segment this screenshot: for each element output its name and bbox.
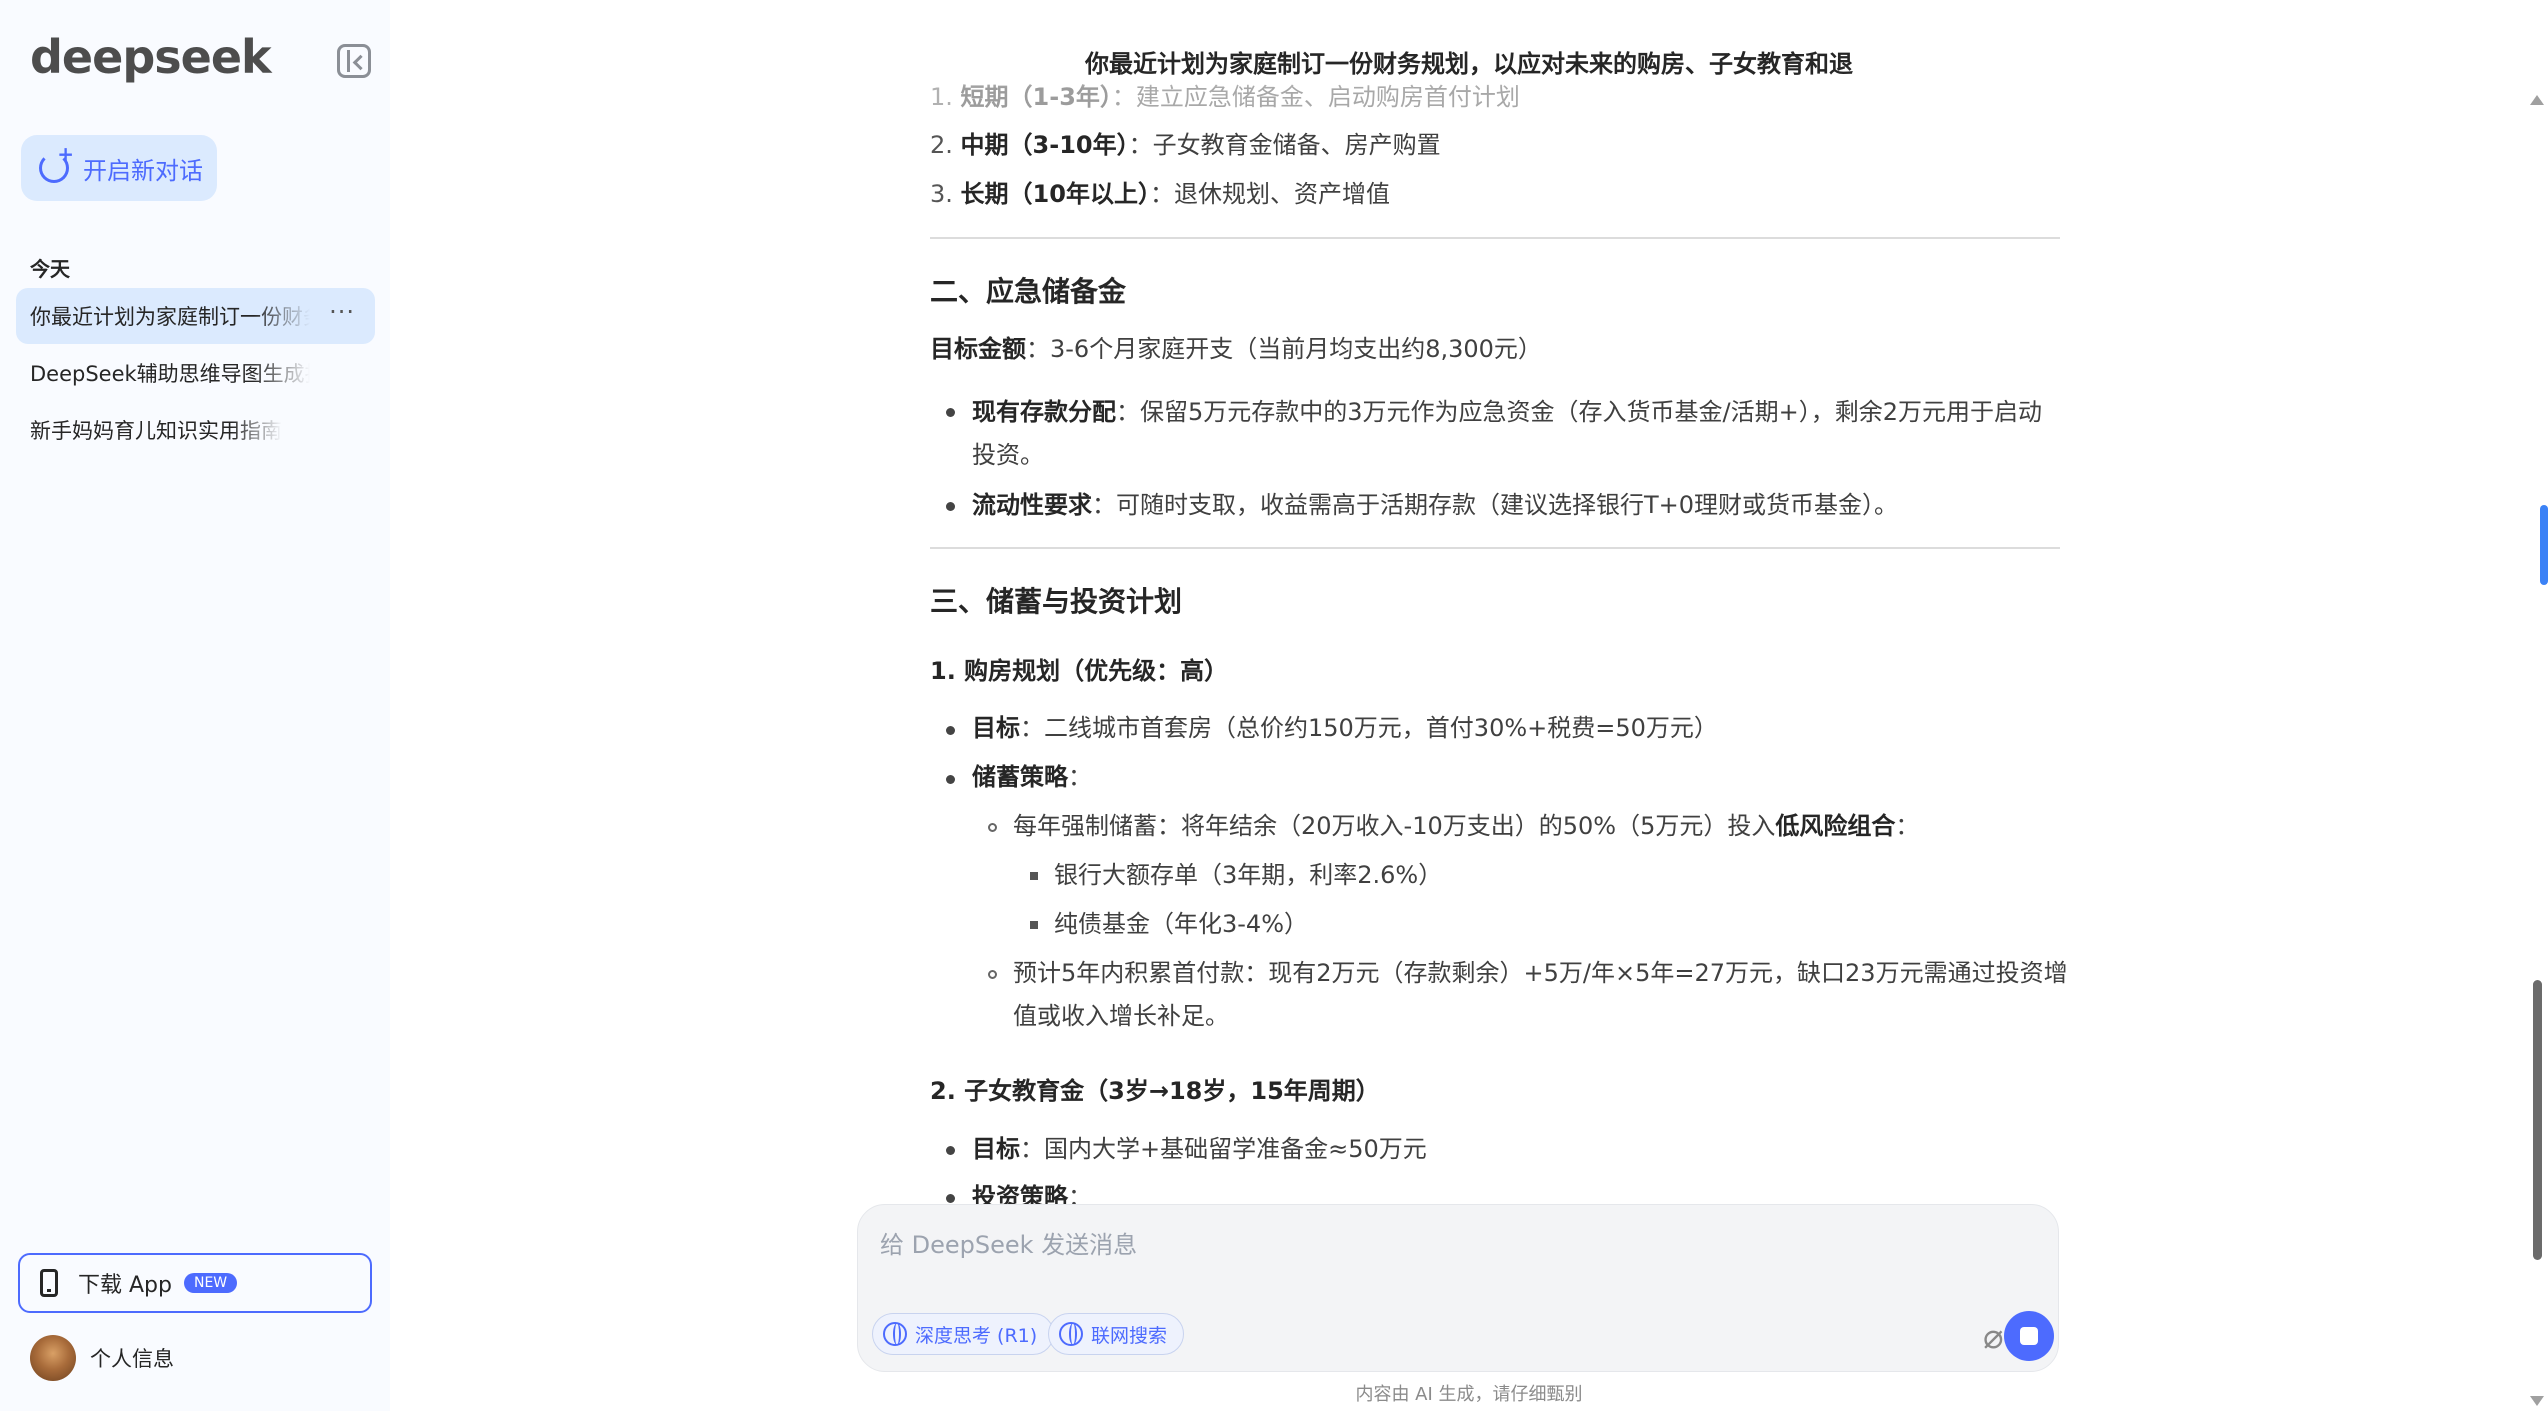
paragraph-text: ：3-6个月家庭开支（当前月均支出约8,300元）	[1026, 335, 1542, 363]
bullet-dot	[946, 775, 955, 784]
profile-button[interactable]: 个人信息	[30, 1335, 174, 1381]
bullet-text: ：可随时支取，收益需高于活期存款（建议选择银行T+0理财或货币基金）。	[1092, 491, 1899, 519]
web-search-label: 联网搜索	[1091, 1324, 1168, 1347]
bullet-square	[1030, 872, 1038, 880]
ai-disclaimer: 内容由 AI 生成，请仔细甄别	[1355, 1384, 1583, 1405]
label-bold: 目标金额	[930, 335, 1026, 363]
profile-label: 个人信息	[90, 1347, 174, 1371]
bullet-circle	[988, 970, 997, 979]
scroll-position-marker	[2540, 505, 2548, 585]
chat-main: 你最近计划为家庭制订一份财务规划，以应对未来的购房、子女教育和退 1. 短期（1…	[390, 0, 2548, 1411]
paragraph: 目标金额：3-6个月家庭开支（当前月均支出约8,300元）	[930, 328, 1542, 371]
subsection-heading: 2. 子女教育金（3岁→18岁，15年周期）	[930, 1077, 1380, 1105]
chat-title: 你最近计划为家庭制订一份财务规划，以应对未来的购房、子女教育和退	[390, 0, 2548, 88]
goal-bold: 长期（10年以上）	[960, 180, 1150, 208]
bullet-text-continuation: 值或收入增长补足。	[1013, 1002, 1229, 1030]
more-options-icon[interactable]: ···	[329, 298, 355, 326]
bullet-dot	[946, 1146, 955, 1155]
conversation-item[interactable]: 新手妈妈育儿知识实用指南	[16, 402, 375, 458]
bullet-text: ：保留5万元存款中的3万元作为应急资金（存入货币基金/活期+），剩余2万元用于启…	[1116, 398, 2043, 426]
bullet-item: 储蓄策略：	[972, 756, 1092, 799]
stop-generation-button[interactable]	[2004, 1311, 2054, 1361]
new-badge: NEW	[183, 1273, 238, 1293]
divider	[930, 237, 2060, 239]
bullet-text: ：	[1068, 763, 1092, 791]
bullet-item: 目标：国内大学+基础留学准备金≈50万元	[972, 1128, 1427, 1171]
sub-bullet-item: 银行大额存单（3年期，利率2.6%）	[1054, 861, 1443, 889]
bullet-item: 现有存款分配：保留5万元存款中的3万元作为应急资金（存入货币基金/活期+），剩余…	[972, 391, 2042, 434]
globe-icon	[1059, 1322, 1083, 1346]
goal-bold: 中期（3-10年）	[960, 131, 1129, 159]
web-search-toggle[interactable]: 联网搜索	[1048, 1313, 1185, 1355]
collapse-sidebar-icon[interactable]	[337, 44, 371, 78]
message-input[interactable]: 给 DeepSeek 发送消息	[880, 1225, 1137, 1260]
deep-think-toggle[interactable]: 深度思考 (R1)	[872, 1313, 1055, 1355]
bullet-text: ：国内大学+基础留学准备金≈50万元	[1020, 1135, 1427, 1163]
bullet-dot	[946, 726, 955, 735]
bullet-circle	[988, 823, 997, 832]
label-bold: 目标	[972, 1135, 1020, 1163]
conversation-title: 新手妈妈育儿知识实用指南	[30, 419, 282, 443]
divider	[930, 547, 2060, 549]
goal-item: 2. 中期（3-10年）：子女教育金储备、房产购置	[930, 124, 1441, 167]
label-bold: 储蓄策略	[972, 763, 1068, 791]
label-bold: 现有存款分配	[972, 398, 1116, 426]
chat-content: 1. 短期（1-3年）：建立应急储备金、启动购房首付计划 2. 中期（3-10年…	[930, 0, 2080, 1210]
bullet-text-continuation: 投资。	[972, 441, 1044, 469]
label-bold: 流动性要求	[972, 491, 1092, 519]
scrollbar-thumb[interactable]	[2533, 980, 2542, 1260]
conversation-item-active[interactable]: 你最近计划为家庭制订一份财务规划 ···	[16, 288, 375, 344]
bullet-dot	[946, 1194, 955, 1203]
message-input-box[interactable]: 给 DeepSeek 发送消息 深度思考 (R1) 联网搜索 ⌀	[857, 1204, 2059, 1372]
atom-icon	[883, 1322, 907, 1346]
scroll-up-arrow-icon[interactable]	[2530, 95, 2544, 105]
bullet-dot	[946, 408, 955, 417]
goal-item: 3. 长期（10年以上）：退休规划、资产增值	[930, 173, 1390, 216]
bullet-item: 目标：二线城市首套房（总价约150万元，首付30%+税费=50万元）	[972, 707, 1718, 750]
bullet-text: ：二线城市首套房（总价约150万元，首付30%+税费=50万元）	[1020, 714, 1718, 742]
subsection-heading: 1. 购房规划（优先级：高）	[930, 657, 1229, 685]
sidebar: deepseek 开启新对话 今天 你最近计划为家庭制订一份财务规划 ··· D…	[0, 0, 390, 1411]
conversation-item[interactable]: DeepSeek辅助思维导图生成指南	[16, 345, 375, 401]
section-today-label: 今天	[30, 257, 70, 281]
conversation-title: DeepSeek辅助思维导图生成指南	[30, 362, 310, 386]
conversation-title: 你最近计划为家庭制订一份财务规划	[30, 305, 310, 329]
bullet-square	[1030, 921, 1038, 929]
bullet-item: 流动性要求：可随时支取，收益需高于活期存款（建议选择银行T+0理财或货币基金）。	[972, 484, 1898, 527]
deepseek-logo[interactable]: deepseek	[30, 30, 272, 84]
new-chat-label: 开启新对话	[83, 156, 203, 185]
bullet-text-tail: ：	[1895, 812, 1920, 840]
sub-bullet-item: 纯债基金（年化3-4%）	[1054, 910, 1309, 938]
goal-text: ：退休规划、资产增值	[1149, 180, 1390, 208]
section-heading: 二、应急储备金	[930, 275, 1127, 308]
download-app-label: 下载 App	[78, 1273, 172, 1298]
deep-think-label: 深度思考 (R1)	[915, 1324, 1038, 1347]
nested-bullet-item: 每年强制储蓄：将年结余（20万收入-10万支出）的50%（5万元）投入低风险组合…	[1013, 805, 1919, 848]
bullet-dot	[946, 502, 955, 511]
label-bold: 低风险组合	[1775, 812, 1896, 840]
section-heading: 三、储蓄与投资计划	[930, 585, 1183, 618]
nested-bullet-item: 预计5年内积累首付款：现有2万元（存款剩余）+5万/年×5年=27万元，缺口23…	[1013, 959, 2068, 987]
goal-number: 2.	[930, 131, 953, 159]
phone-icon	[40, 1269, 58, 1297]
new-chat-icon	[39, 142, 74, 183]
bullet-text: 每年强制储蓄：将年结余（20万收入-10万支出）的50%（5万元）投入	[1013, 812, 1776, 840]
new-chat-button[interactable]: 开启新对话	[21, 135, 217, 201]
goal-text: ：子女教育金储备、房产购置	[1128, 131, 1441, 159]
label-bold: 目标	[972, 714, 1020, 742]
attachment-icon[interactable]: ⌀	[1983, 1317, 2003, 1357]
scroll-down-arrow-icon[interactable]	[2530, 1396, 2544, 1406]
download-app-button[interactable]: 下载 App NEW	[18, 1253, 372, 1313]
goal-number: 3.	[930, 180, 953, 208]
avatar	[30, 1335, 76, 1381]
